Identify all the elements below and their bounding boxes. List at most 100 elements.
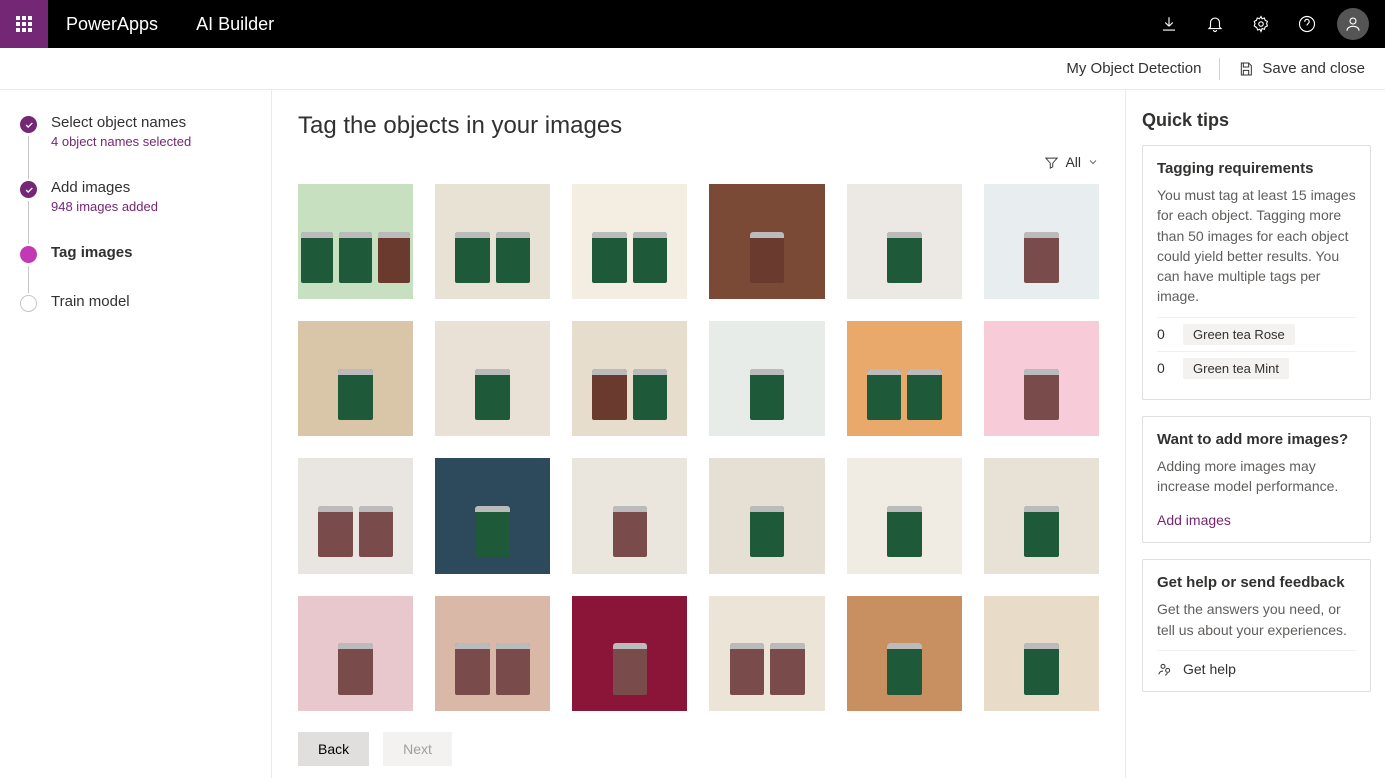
card-text: Get the answers you need, or tell us abo… [1157, 599, 1356, 640]
gear-icon [1252, 15, 1270, 33]
person-icon [1344, 15, 1362, 33]
quick-tips-panel: Quick tips Tagging requirements You must… [1125, 90, 1385, 778]
download-button[interactable] [1149, 4, 1189, 44]
image-thumbnail[interactable] [984, 458, 1099, 573]
card-title: Get help or send feedback [1157, 574, 1356, 591]
image-thumbnail[interactable] [435, 458, 550, 573]
product-can [592, 369, 627, 421]
product-can [887, 506, 922, 558]
image-thumbnail[interactable] [572, 321, 687, 436]
check-icon [24, 185, 34, 195]
tagging-requirements-card: Tagging requirements You must tag at lea… [1142, 145, 1371, 400]
product-can [750, 506, 785, 558]
step-4: Train model [20, 293, 251, 312]
chevron-down-icon [1087, 156, 1099, 168]
product-can [750, 232, 785, 284]
product-can [475, 369, 510, 421]
image-thumbnail[interactable] [847, 321, 962, 436]
download-icon [1160, 15, 1178, 33]
image-thumbnail[interactable] [984, 321, 1099, 436]
image-thumbnail[interactable] [709, 321, 824, 436]
product-can [318, 506, 353, 558]
question-icon [1298, 15, 1316, 33]
step-label: Tag images [51, 244, 132, 261]
tag-count-row: 0 Green tea Mint [1157, 351, 1356, 385]
step-1[interactable]: Select object names 4 object names select… [20, 114, 251, 179]
image-thumbnail[interactable] [298, 458, 413, 573]
card-text: You must tag at least 15 images for each… [1157, 185, 1356, 307]
image-thumbnail[interactable] [298, 596, 413, 711]
tag-count: 0 [1157, 360, 1173, 376]
image-thumbnail[interactable] [709, 596, 824, 711]
product-can [1024, 232, 1059, 284]
product-can [496, 643, 531, 695]
product-can [887, 232, 922, 284]
step-label: Train model [51, 293, 130, 310]
product-can [475, 506, 510, 558]
quick-tips-title: Quick tips [1142, 110, 1371, 131]
help-button[interactable] [1287, 4, 1327, 44]
get-help-link[interactable]: Get help [1157, 650, 1356, 677]
step-2[interactable]: Add images948 images added [20, 179, 251, 244]
image-thumbnail[interactable] [847, 596, 962, 711]
step-label: Select object names [51, 114, 191, 131]
filter-dropdown[interactable]: All [298, 154, 1099, 178]
image-thumbnail[interactable] [984, 596, 1099, 711]
filter-label: All [1065, 154, 1081, 170]
image-thumbnail[interactable] [847, 458, 962, 573]
settings-button[interactable] [1241, 4, 1281, 44]
tag-count: 0 [1157, 326, 1173, 342]
product-can [359, 506, 394, 558]
image-thumbnail[interactable] [435, 321, 550, 436]
page-title: Tag the objects in your images [298, 112, 1099, 140]
image-thumbnail[interactable] [709, 458, 824, 573]
tag-name-pill: Green tea Mint [1183, 358, 1289, 379]
image-thumbnail[interactable] [572, 458, 687, 573]
back-button[interactable]: Back [298, 732, 369, 766]
product-can [455, 643, 490, 695]
bell-icon [1206, 15, 1224, 33]
product-can [750, 369, 785, 421]
product-can [1024, 643, 1059, 695]
step-3[interactable]: Tag images [20, 244, 251, 293]
save-close-label: Save and close [1262, 60, 1365, 77]
get-help-label: Get help [1183, 661, 1236, 677]
image-thumbnail[interactable] [435, 184, 550, 299]
card-title: Tagging requirements [1157, 160, 1356, 177]
tag-count-row: 0Green tea Rose [1157, 317, 1356, 351]
main-content: Tag the objects in your images All Back … [272, 90, 1125, 778]
product-can [1024, 369, 1059, 421]
notifications-button[interactable] [1195, 4, 1235, 44]
waffle-icon [16, 16, 32, 32]
product-can [378, 232, 410, 284]
step-bullet [20, 246, 37, 263]
product-can [338, 643, 373, 695]
image-thumbnail[interactable] [572, 184, 687, 299]
account-button[interactable] [1333, 4, 1373, 44]
product-can [907, 369, 942, 421]
model-name: My Object Detection [1066, 60, 1201, 77]
product-can [633, 369, 668, 421]
image-thumbnail[interactable] [709, 184, 824, 299]
chat-icon [1157, 661, 1173, 677]
add-images-link[interactable]: Add images [1157, 506, 1356, 528]
image-thumbnail[interactable] [435, 596, 550, 711]
product-can [339, 232, 371, 284]
image-thumbnail[interactable] [298, 321, 413, 436]
image-thumbnail[interactable] [984, 184, 1099, 299]
product-can [338, 369, 373, 421]
step-label: Add images [51, 179, 158, 196]
get-help-card: Get help or send feedback Get the answer… [1142, 559, 1371, 692]
brand-name[interactable]: PowerApps [48, 14, 176, 35]
card-text: Adding more images may increase model pe… [1157, 456, 1356, 497]
image-thumbnail[interactable] [572, 596, 687, 711]
save-close-button[interactable]: Save and close [1238, 60, 1365, 77]
product-can [613, 506, 648, 558]
step-sublabel: 4 object names selected [51, 134, 191, 149]
product-can [592, 232, 627, 284]
image-thumbnail[interactable] [298, 184, 413, 299]
save-icon [1238, 61, 1254, 77]
sub-header: My Object Detection Save and close [0, 48, 1385, 90]
app-launcher-button[interactable] [0, 0, 48, 48]
image-thumbnail[interactable] [847, 184, 962, 299]
